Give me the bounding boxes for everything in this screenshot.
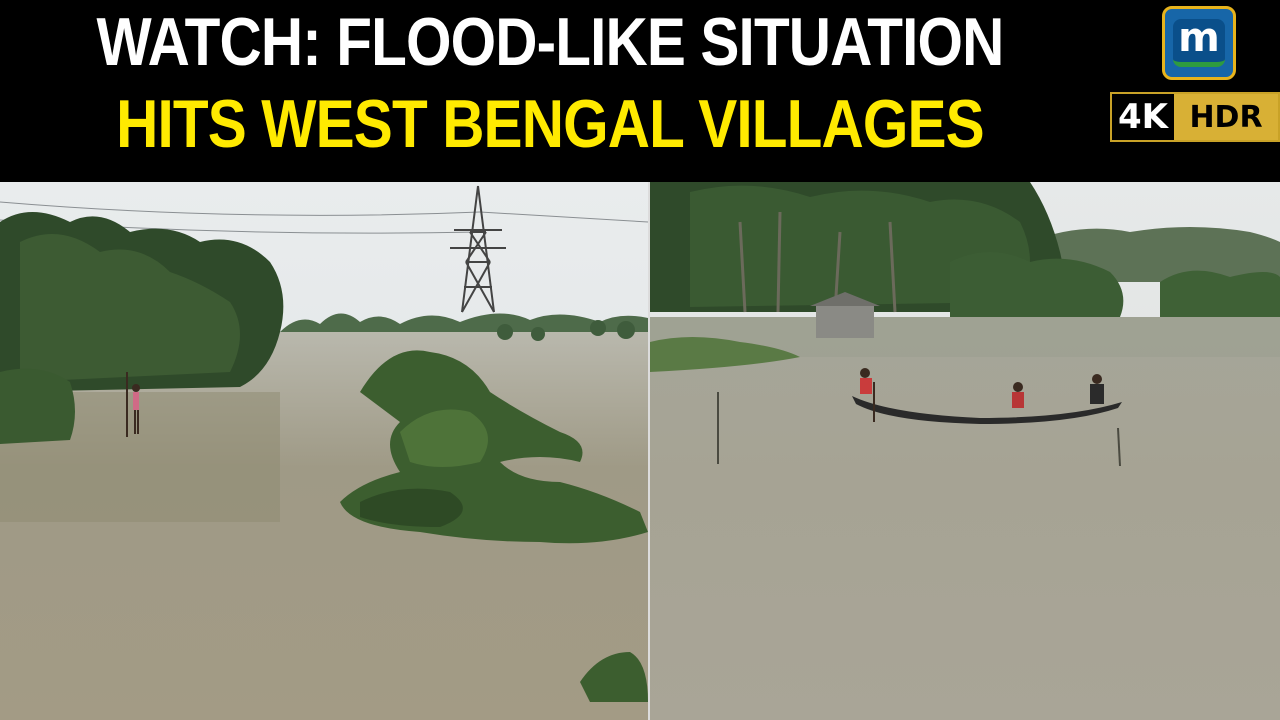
- headline-banner: WATCH: FLOOD-LIKE SITUATION HITS WEST BE…: [0, 0, 1280, 182]
- badge-hdr: HDR: [1174, 94, 1278, 140]
- logo-letter: m: [1173, 18, 1225, 67]
- headline: WATCH: FLOOD-LIKE SITUATION HITS WEST BE…: [0, 0, 1100, 182]
- badge-4k: 4K: [1112, 94, 1174, 140]
- headline-line-2: HITS WEST BENGAL VILLAGES: [116, 86, 985, 162]
- quality-badge: 4K HDR: [1110, 92, 1280, 142]
- boat-illustration: [650, 182, 1280, 720]
- mint-logo-icon: m: [1162, 6, 1236, 80]
- headline-line-1: WATCH: FLOOD-LIKE SITUATION: [96, 4, 1005, 80]
- flooded-field-illustration: [0, 182, 648, 720]
- boat-on-floodwater-photo: [650, 182, 1280, 720]
- flooded-field-with-pylon-photo: [0, 182, 648, 720]
